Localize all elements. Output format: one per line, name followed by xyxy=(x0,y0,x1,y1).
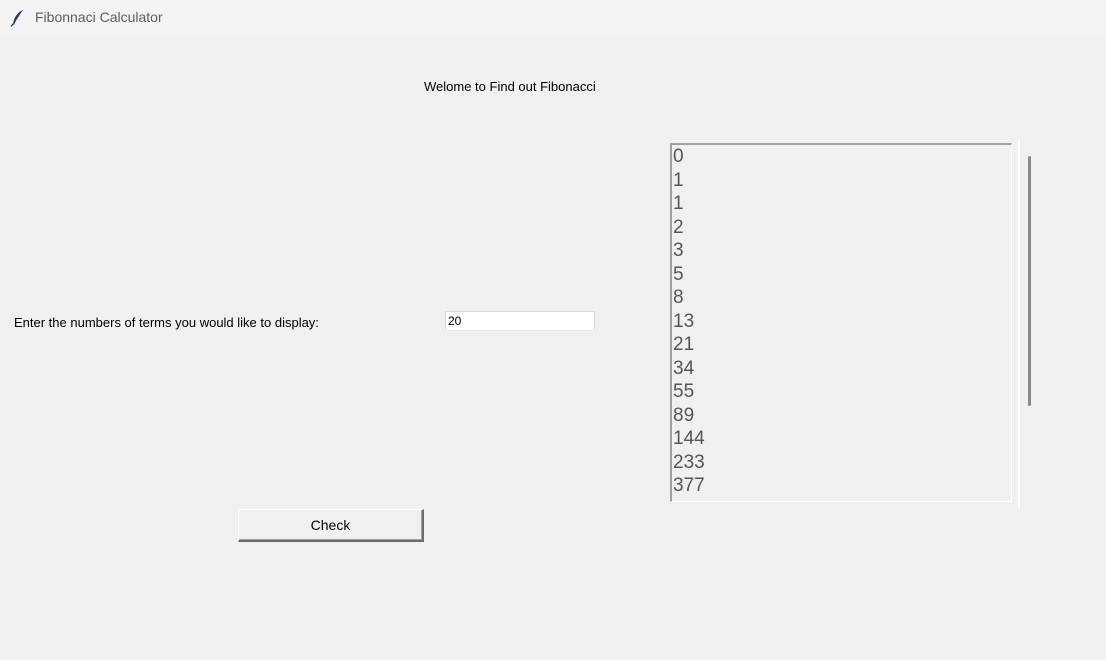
list-item[interactable]: 1 xyxy=(672,192,1011,216)
list-item[interactable]: 2 xyxy=(672,216,1011,240)
list-item[interactable]: 0 xyxy=(672,145,1011,169)
list-item[interactable]: 1 xyxy=(672,169,1011,193)
app-window: Fibonnaci Calculator Welome to Find out … xyxy=(0,0,1106,660)
feather-icon xyxy=(10,9,26,27)
results-list: 0 1 1 2 3 5 8 13 21 34 55 89 144 233 377 xyxy=(672,145,1011,498)
scrollbar-thumb[interactable] xyxy=(1028,156,1031,406)
window-title: Fibonnaci Calculator xyxy=(35,9,163,25)
welcome-heading: Welome to Find out Fibonacci xyxy=(424,79,596,94)
list-item[interactable]: 377 xyxy=(672,474,1011,498)
list-item[interactable]: 21 xyxy=(672,333,1011,357)
list-item[interactable]: 233 xyxy=(672,451,1011,475)
list-item[interactable]: 55 xyxy=(672,380,1011,404)
list-item[interactable]: 13 xyxy=(672,310,1011,334)
list-item[interactable]: 144 xyxy=(672,427,1011,451)
list-item[interactable]: 3 xyxy=(672,239,1011,263)
list-item[interactable]: 8 xyxy=(672,286,1011,310)
title-bar[interactable]: Fibonnaci Calculator xyxy=(0,0,1106,36)
fibonacci-results-listbox[interactable]: 0 1 1 2 3 5 8 13 21 34 55 89 144 233 377 xyxy=(670,143,1012,502)
list-item[interactable]: 5 xyxy=(672,263,1011,287)
scrollbar-track[interactable] xyxy=(1018,138,1020,510)
check-button[interactable]: Check xyxy=(238,509,424,542)
terms-prompt-label: Enter the numbers of terms you would lik… xyxy=(14,315,319,330)
terms-input[interactable] xyxy=(445,311,595,331)
list-item[interactable]: 34 xyxy=(672,357,1011,381)
list-item[interactable]: 89 xyxy=(672,404,1011,428)
